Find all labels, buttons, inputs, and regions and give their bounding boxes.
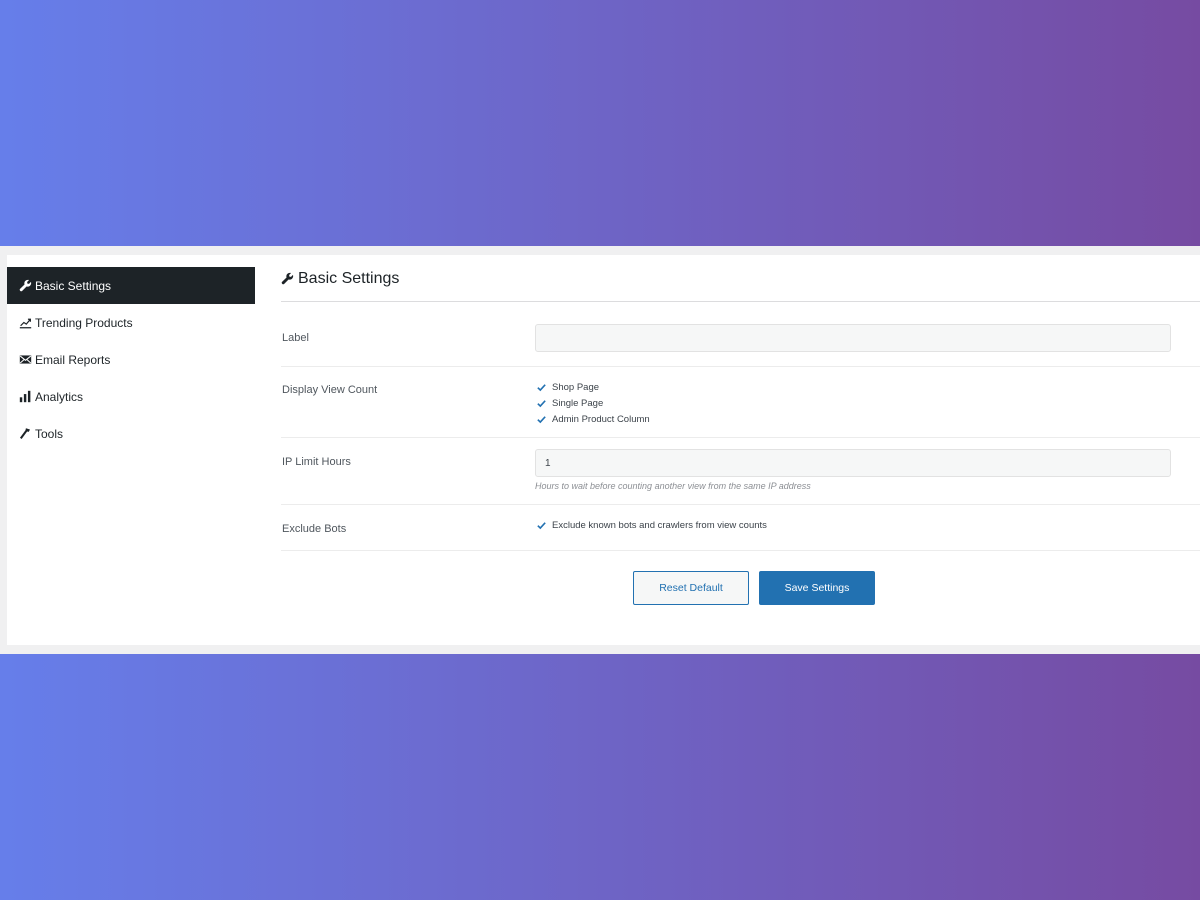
checkmark-icon: [535, 413, 547, 425]
sidebar-item-tools[interactable]: Tools: [7, 415, 255, 452]
sidebar-item-label: Analytics: [35, 389, 84, 404]
ip-limit-hours-input[interactable]: [535, 449, 1171, 477]
label-field-label: Label: [282, 332, 309, 344]
checkbox-label: Admin Product Column: [552, 413, 650, 425]
sidebar-item-analytics[interactable]: Analytics: [7, 378, 255, 415]
ip-limit-hours-label: IP Limit Hours: [282, 456, 351, 468]
label-row: Label: [281, 302, 1200, 367]
checkmark-icon: [535, 519, 547, 531]
label-input[interactable]: [535, 324, 1171, 352]
sidebar-item-label: Trending Products: [35, 315, 133, 330]
page-title: Basic Settings: [281, 255, 1200, 302]
hammer-icon: [18, 427, 32, 441]
page-title-text: Basic Settings: [298, 269, 400, 287]
wrench-icon: [18, 279, 32, 293]
exclude-bots-row: Exclude Bots Exclude known bots and craw…: [281, 505, 1200, 551]
settings-content: Basic Settings Label Display View Count …: [281, 255, 1200, 605]
display-view-count-label: Display View Count: [282, 384, 378, 396]
sidebar-item-email-reports[interactable]: Email Reports: [7, 341, 255, 378]
ip-limit-hint: Hours to wait before counting another vi…: [535, 481, 811, 491]
sidebar-item-label: Tools: [35, 426, 64, 441]
wrench-icon: [281, 272, 294, 285]
exclude-bots-label: Exclude Bots: [282, 523, 347, 535]
display-view-count-row: Display View Count Shop Page Single Page…: [281, 367, 1200, 438]
checkbox-label: Exclude known bots and crawlers from vie…: [552, 519, 767, 531]
save-settings-button[interactable]: Save Settings: [759, 571, 875, 605]
bar-chart-icon: [18, 390, 32, 404]
sidebar-item-label: Email Reports: [35, 352, 111, 367]
exclude-bots-checkbox[interactable]: Exclude known bots and crawlers from vie…: [535, 517, 767, 533]
trend-chart-icon: [18, 316, 32, 330]
envelope-icon: [18, 353, 32, 367]
reset-default-button[interactable]: Reset Default: [633, 571, 749, 605]
sidebar-item-trending-products[interactable]: Trending Products: [7, 304, 255, 341]
sidebar-item-basic-settings[interactable]: Basic Settings: [7, 267, 255, 304]
admin-product-column-checkbox[interactable]: Admin Product Column: [535, 411, 650, 427]
sidebar-item-label: Basic Settings: [35, 278, 112, 293]
form-actions: Reset Default Save Settings: [633, 571, 875, 605]
checkmark-icon: [535, 397, 547, 409]
shop-page-checkbox[interactable]: Shop Page: [535, 379, 650, 395]
settings-panel: Basic Settings Trending Products Email R…: [7, 255, 1200, 645]
checkbox-label: Shop Page: [552, 381, 600, 393]
single-page-checkbox[interactable]: Single Page: [535, 395, 650, 411]
sidebar: Basic Settings Trending Products Email R…: [7, 267, 255, 452]
checkmark-icon: [535, 381, 547, 393]
checkbox-label: Single Page: [552, 397, 604, 409]
ip-limit-hours-row: IP Limit Hours Hours to wait before coun…: [281, 438, 1200, 505]
